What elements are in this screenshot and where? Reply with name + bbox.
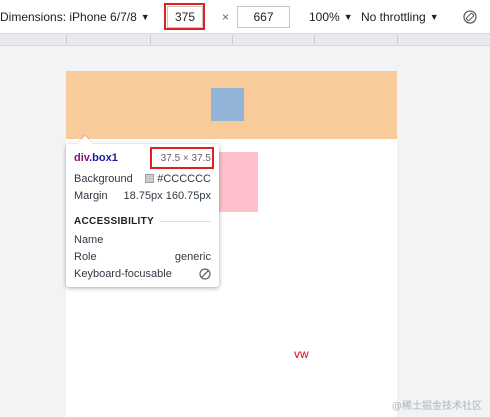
width-input[interactable]: 375	[167, 6, 203, 28]
times-sign: ×	[222, 10, 230, 24]
background-row: Background #CCCCCC	[74, 173, 211, 185]
role-row: Role generic	[74, 251, 211, 263]
divider	[160, 221, 211, 222]
height-input[interactable]: 667	[237, 6, 290, 28]
rotate-icon[interactable]	[461, 0, 479, 34]
zoom-dropdown[interactable]: 100% ▼	[309, 0, 353, 34]
color-swatch	[145, 174, 155, 183]
ruler-tick	[232, 35, 233, 44]
ruler-tick	[314, 35, 315, 44]
watermark: @稀土掘金技术社区	[392, 401, 482, 412]
margin-label: Margin	[74, 190, 108, 202]
vw-text: vw	[294, 347, 309, 361]
caret-down-icon: ▼	[343, 12, 353, 22]
caret-down-icon: ▼	[140, 12, 150, 22]
zoom-label: 100%	[309, 10, 340, 24]
ruler-tick	[397, 35, 398, 44]
margin-value: 18.75px 160.75px	[123, 190, 211, 202]
background-value: #CCCCCC	[157, 173, 211, 185]
ruler-tick	[66, 35, 67, 44]
ruler-tick	[150, 35, 151, 44]
accessibility-heading: ACCESSIBILITY	[74, 216, 211, 227]
role-value: generic	[174, 251, 211, 263]
role-label: Role	[74, 251, 97, 263]
dimensions-dropdown[interactable]: Dimensions: iPhone 6/7/8 ▼	[0, 0, 150, 34]
inspect-tooltip: div.box1 37.5 × 37.5 Background #CCCCCC …	[66, 135, 219, 287]
element-size: 37.5 × 37.5	[160, 152, 211, 164]
rotate-icon-graphic	[463, 10, 477, 24]
box1-element[interactable]	[211, 88, 244, 121]
accessibility-heading-text: ACCESSIBILITY	[74, 216, 155, 227]
caret-down-icon: ▼	[429, 12, 439, 22]
background-value-wrap: #CCCCCC	[145, 173, 211, 185]
focusable-row: Keyboard-focusable	[74, 268, 211, 280]
dimensions-label: Dimensions: iPhone 6/7/8	[0, 10, 137, 24]
name-label: Name	[74, 234, 104, 246]
device-toolbar: Dimensions: iPhone 6/7/8 ▼ 375 × 667 100…	[0, 0, 490, 34]
throttling-label: No throttling	[361, 10, 426, 24]
element-tag: div	[74, 152, 90, 164]
tooltip-header: div.box1 37.5 × 37.5	[74, 152, 211, 164]
no-entry-icon	[199, 268, 211, 280]
focusable-label: Keyboard-focusable	[74, 268, 172, 280]
name-row: Name	[74, 234, 211, 246]
media-query-ruler	[0, 34, 490, 46]
element-name: div.box1	[74, 152, 118, 164]
throttling-dropdown[interactable]: No throttling ▼	[361, 0, 439, 34]
element-class: .box1	[89, 152, 118, 164]
background-label: Background	[74, 173, 133, 185]
margin-row: Margin 18.75px 160.75px	[74, 190, 211, 202]
